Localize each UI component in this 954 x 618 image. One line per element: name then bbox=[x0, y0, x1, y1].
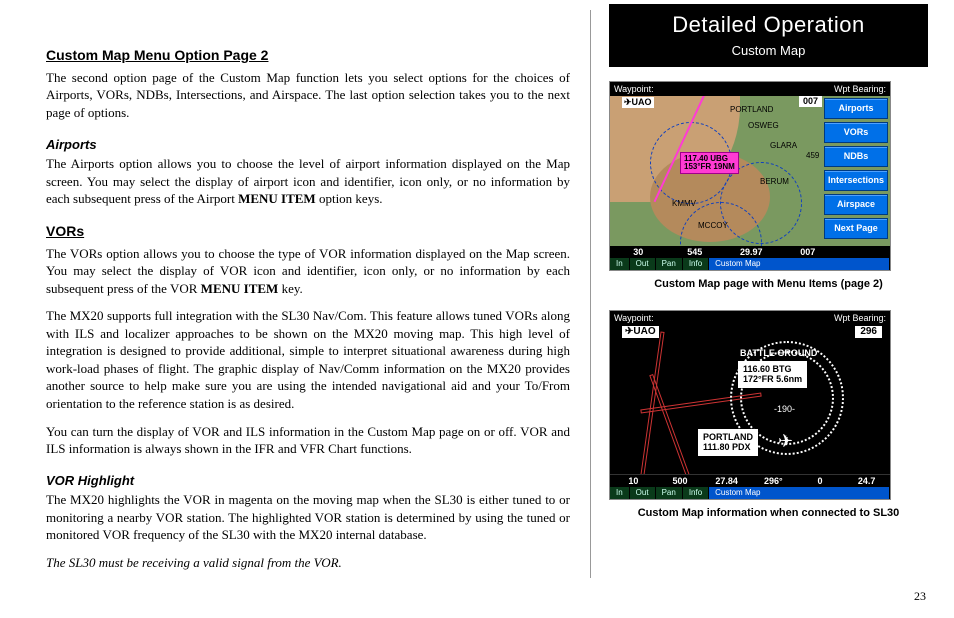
mode-info[interactable]: Info bbox=[683, 258, 708, 270]
val-dist: 24.7 bbox=[843, 475, 890, 487]
text: 111.80 PDX bbox=[703, 442, 753, 452]
map-label: GLARA bbox=[770, 142, 797, 150]
val-zoom: 10 bbox=[610, 475, 657, 487]
figure1-caption: Custom Map page with Menu Items (page 2) bbox=[609, 277, 928, 292]
waypoint-id: ✈UAO bbox=[622, 326, 659, 338]
map-label: PORTLAND bbox=[730, 106, 773, 114]
text: 172°FR 5.6nm bbox=[743, 374, 802, 384]
btn-airports[interactable]: Airports bbox=[824, 98, 888, 119]
page-title: Detailed Operation bbox=[609, 10, 928, 40]
val-alt: 545 bbox=[667, 246, 724, 258]
mode-in[interactable]: In bbox=[610, 487, 629, 499]
heading-menu-page2: Custom Map Menu Option Page 2 bbox=[46, 46, 570, 65]
text: 153°FR 19NM bbox=[684, 163, 735, 171]
left-column: Custom Map Menu Option Page 2 The second… bbox=[0, 0, 590, 618]
heading-airports: Airports bbox=[46, 136, 570, 154]
mode-out[interactable]: Out bbox=[630, 258, 655, 270]
mode-out[interactable]: Out bbox=[630, 487, 655, 499]
para-highlight: The MX20 highlights the VOR in magenta o… bbox=[46, 491, 570, 544]
mode-custom-map[interactable]: Custom Map bbox=[709, 487, 889, 499]
label-wpt-bearing: Wpt Bearing: bbox=[834, 82, 886, 96]
figure-sl30: Waypoint: Wpt Bearing: ✈UAO 296 BATTLE GR… bbox=[609, 310, 891, 500]
right-column: Detailed Operation Custom Map Waypoint:W… bbox=[591, 0, 954, 618]
btn-intersections[interactable]: Intersections bbox=[824, 170, 888, 191]
menu-buttons: Airports VORs NDBs Intersections Airspac… bbox=[824, 98, 888, 239]
para-toggle: You can turn the display of VOR and ILS … bbox=[46, 423, 570, 458]
label-waypoint: Waypoint: bbox=[614, 311, 654, 325]
text-bold: MENU ITEM bbox=[238, 191, 316, 206]
text-bold: MENU ITEM bbox=[201, 281, 279, 296]
vor-box-btg: 116.60 BTG 172°FR 5.6nm bbox=[738, 361, 807, 388]
para-intro: The second option page of the Custom Map… bbox=[46, 69, 570, 122]
title-box: Detailed Operation Custom Map bbox=[609, 4, 928, 67]
mode-in[interactable]: In bbox=[610, 258, 629, 270]
mode-custom-map[interactable]: Custom Map bbox=[709, 258, 889, 270]
val-gs: 0 bbox=[797, 475, 844, 487]
label-wpt-bearing: Wpt Bearing: bbox=[834, 311, 886, 325]
heading-vors: VORs bbox=[46, 222, 570, 241]
btn-ndbs[interactable]: NDBs bbox=[824, 146, 888, 167]
text: option keys. bbox=[316, 191, 383, 206]
btn-airspace[interactable]: Airspace bbox=[824, 194, 888, 215]
val-baro: 27.84 bbox=[703, 475, 750, 487]
map-label: BERUM bbox=[760, 178, 789, 186]
btn-vors[interactable]: VORs bbox=[824, 122, 888, 143]
figure2-caption: Custom Map information when connected to… bbox=[609, 506, 928, 521]
text: 116.60 BTG bbox=[743, 364, 802, 374]
map-label: MCCOY bbox=[698, 222, 728, 230]
mode-buttons: In Out Pan Info Custom Map bbox=[610, 258, 890, 270]
mode-info[interactable]: Info bbox=[683, 487, 708, 499]
status-values: 10 500 27.84 296° 0 24.7 bbox=[610, 475, 890, 487]
label-waypoint: Waypoint: bbox=[614, 82, 654, 96]
city-label: BATTLE GROUND bbox=[740, 349, 817, 358]
ring-tick: -190- bbox=[774, 405, 795, 414]
wpt-bearing-value: 296 bbox=[855, 326, 882, 338]
page-number: 23 bbox=[914, 588, 926, 604]
para-note: The SL30 must be receiving a valid signa… bbox=[46, 554, 570, 572]
map-label: KMMV bbox=[672, 200, 696, 208]
mode-pan[interactable]: Pan bbox=[656, 487, 682, 499]
status-values: 30 545 29.97 007 bbox=[610, 246, 836, 258]
heading-vor-highlight: VOR Highlight bbox=[46, 472, 570, 490]
text: PORTLAND bbox=[703, 432, 753, 442]
para-airports: The Airports option allows you to choose… bbox=[46, 155, 570, 208]
mode-pan[interactable]: Pan bbox=[656, 258, 682, 270]
val-baro: 29.97 bbox=[723, 246, 780, 258]
map-label: OSWEG bbox=[748, 122, 779, 130]
map-label: 459 bbox=[806, 152, 819, 160]
vor-box-pdx: PORTLAND 111.80 PDX bbox=[698, 429, 758, 456]
para-vors: The VORs option allows you to choose the… bbox=[46, 245, 570, 298]
aircraft-icon: ✈ bbox=[778, 429, 793, 453]
figure-custom-map-menu: Waypoint: Wpt Bearing: ✈UAO 007 117.40 UB… bbox=[609, 81, 891, 271]
val-trk: 296° bbox=[750, 475, 797, 487]
btn-next-page[interactable]: Next Page bbox=[824, 218, 888, 239]
vor-info-box: 117.40 UBG 153°FR 19NM bbox=[680, 152, 739, 174]
wpt-bearing-value: 007 bbox=[799, 96, 822, 107]
val-alt: 500 bbox=[657, 475, 704, 487]
page-subtitle: Custom Map bbox=[609, 42, 928, 60]
text: key. bbox=[278, 281, 302, 296]
waypoint-id: ✈UAO bbox=[622, 97, 654, 108]
mode-buttons: In Out Pan Info Custom Map bbox=[610, 487, 890, 499]
text: The VORs option allows you to choose the… bbox=[46, 246, 570, 296]
para-integration: The MX20 supports full integration with … bbox=[46, 307, 570, 412]
val-zoom: 30 bbox=[610, 246, 667, 258]
val-brg: 007 bbox=[780, 246, 837, 258]
